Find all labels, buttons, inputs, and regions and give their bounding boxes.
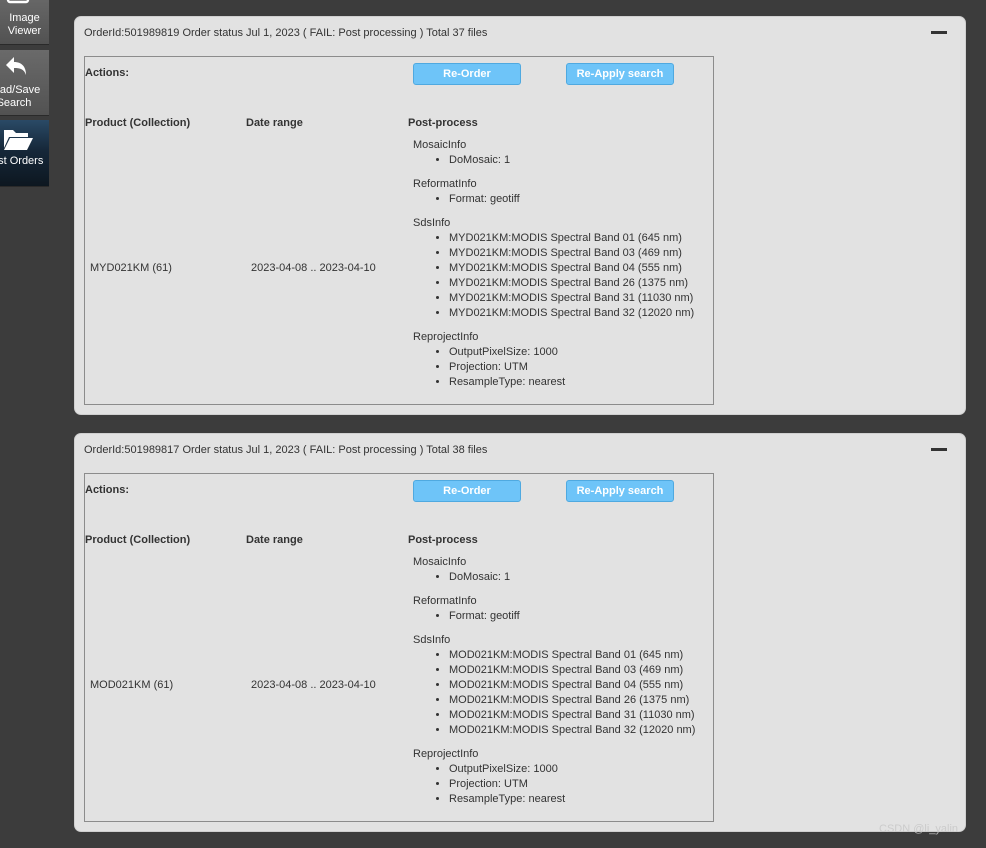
reformat-info-list: Format: geotiff [413,192,713,207]
list-item: MYD021KM:MODIS Spectral Band 01 (645 nm) [449,231,713,246]
sds-info-title: SdsInfo [413,217,451,229]
list-item: MOD021KM:MODIS Spectral Band 01 (645 nm) [449,648,713,663]
list-item: MOD021KM:MODIS Spectral Band 32 (12020 n… [449,723,713,738]
load-save-search-button[interactable]: Load/Save Search [0,50,49,116]
column-header-post-process: Post-process [408,534,478,546]
re-apply-search-button[interactable]: Re-Apply search [566,63,674,85]
reformat-info-list: Format: geotiff [413,609,713,624]
reproject-info-list: OutputPixelSize: 1000 Projection: UTM Re… [413,762,713,807]
re-order-button[interactable]: Re-Order [413,63,521,85]
list-item: MOD021KM:MODIS Spectral Band 03 (469 nm) [449,663,713,678]
re-order-button[interactable]: Re-Order [413,480,521,502]
image-viewer-button[interactable]: Image Viewer [0,0,49,45]
re-apply-search-button[interactable]: Re-Apply search [566,480,674,502]
product-collection: MOD021KM (61) [90,679,174,691]
order-details-box: Actions: Re-Order Re-Apply search Produc… [84,56,714,405]
actions-label: Actions: [85,67,129,79]
mosaic-info-title: MosaicInfo [413,139,467,151]
post-process-details: MosaicInfo DoMosaic: 1 ReformatInfo Form… [413,138,713,399]
order-panel: OrderId:501989817 Order status Jul 1, 20… [74,433,966,832]
list-item: Format: geotiff [449,192,713,207]
watermark: CSDN @li_yalin [879,823,959,835]
list-item: MYD021KM:MODIS Spectral Band 03 (469 nm) [449,246,713,261]
reproject-info-list: OutputPixelSize: 1000 Projection: UTM Re… [413,345,713,390]
list-item: MOD021KM:MODIS Spectral Band 31 (11030 n… [449,708,713,723]
list-item: ResampleType: nearest [449,375,713,390]
list-item: OutputPixelSize: 1000 [449,762,713,777]
load-save-search-label: Load/Save Search [0,84,41,109]
order-panel: OrderId:501989819 Order status Jul 1, 20… [74,16,966,415]
collapse-minus-icon[interactable] [931,31,947,34]
mosaic-info-title: MosaicInfo [413,556,467,568]
order-header: OrderId:501989817 Order status Jul 1, 20… [84,444,488,456]
list-item: MOD021KM:MODIS Spectral Band 26 (1375 nm… [449,693,713,708]
list-item: MYD021KM:MODIS Spectral Band 32 (12020 n… [449,306,713,321]
reproject-info-title: ReprojectInfo [413,331,479,343]
list-item: Projection: UTM [449,777,713,792]
order-header: OrderId:501989819 Order status Jul 1, 20… [84,27,488,39]
collapse-minus-icon[interactable] [931,448,947,451]
mosaic-info-list: DoMosaic: 1 [413,570,713,585]
product-collection: MYD021KM (61) [90,262,172,274]
list-item: DoMosaic: 1 [449,570,713,585]
column-header-product: Product (Collection) [85,117,191,129]
reproject-info-title: ReprojectInfo [413,748,479,760]
reformat-info-title: ReformatInfo [413,178,477,190]
column-header-date-range: Date range [246,117,303,129]
left-sidebar: Image Viewer Load/Save Search Past Order… [0,0,49,848]
list-item: OutputPixelSize: 1000 [449,345,713,360]
sds-info-title: SdsInfo [413,634,451,646]
post-process-details: MosaicInfo DoMosaic: 1 ReformatInfo Form… [413,555,713,816]
order-details-box: Actions: Re-Order Re-Apply search Produc… [84,473,714,822]
list-item: ResampleType: nearest [449,792,713,807]
date-range-value: 2023-04-08 .. 2023-04-10 [251,679,376,691]
list-item: MOD021KM:MODIS Spectral Band 04 (555 nm) [449,678,713,693]
list-item: Format: geotiff [449,609,713,624]
sds-info-list: MYD021KM:MODIS Spectral Band 01 (645 nm)… [413,231,713,321]
image-icon [6,0,30,4]
list-item: MYD021KM:MODIS Spectral Band 31 (11030 n… [449,291,713,306]
date-range-value: 2023-04-08 .. 2023-04-10 [251,262,376,274]
column-header-post-process: Post-process [408,117,478,129]
list-item: Projection: UTM [449,360,713,375]
reformat-info-title: ReformatInfo [413,595,477,607]
mosaic-info-list: DoMosaic: 1 [413,153,713,168]
actions-label: Actions: [85,484,129,496]
past-orders-button[interactable]: Past Orders [0,120,49,187]
sds-info-list: MOD021KM:MODIS Spectral Band 01 (645 nm)… [413,648,713,738]
list-item: MYD021KM:MODIS Spectral Band 04 (555 nm) [449,261,713,276]
folder-open-icon [4,130,33,150]
past-orders-label: Past Orders [0,155,44,167]
column-header-date-range: Date range [246,534,303,546]
list-item: DoMosaic: 1 [449,153,713,168]
undo-arrow-icon [6,57,26,75]
column-header-product: Product (Collection) [85,534,191,546]
image-viewer-label: Image Viewer [7,12,42,37]
list-item: MYD021KM:MODIS Spectral Band 26 (1375 nm… [449,276,713,291]
